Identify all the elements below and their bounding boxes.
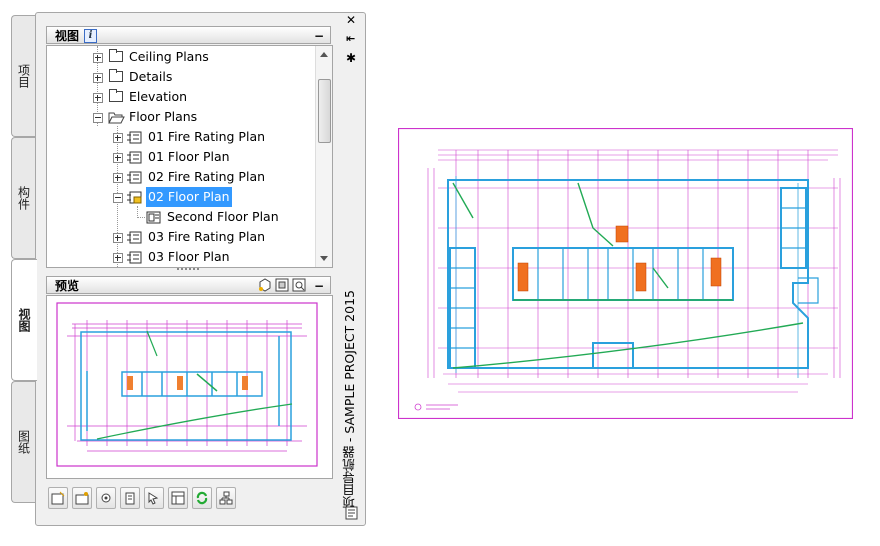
layout-icon: [146, 210, 161, 224]
tree-item-ceiling-plans[interactable]: Ceiling Plans: [47, 47, 312, 67]
tab-sheets-label: 图纸: [16, 430, 31, 454]
panel-splitter[interactable]: [177, 268, 199, 273]
tab-components-label: 构件: [16, 186, 31, 210]
collapse-icon[interactable]: [113, 193, 123, 203]
pin-icon[interactable]: ⇤: [346, 32, 355, 45]
select-icon[interactable]: [144, 487, 164, 509]
folder-icon: [109, 49, 123, 62]
expand-icon[interactable]: [93, 93, 103, 103]
view-icon: [127, 230, 142, 244]
views-panel-header[interactable]: 视图 i −: [46, 26, 331, 44]
tree-item-label: 03 Floor Plan: [148, 249, 230, 264]
preview-zoom-icon[interactable]: [292, 278, 307, 292]
tree-item-elevation[interactable]: Elevation: [47, 87, 312, 107]
navigator-title: 项目导航器 - SAMPLE PROJECT 2015: [339, 290, 357, 509]
expand-icon[interactable]: [93, 73, 103, 83]
view-icon: [127, 130, 142, 144]
preview-collapse-button[interactable]: −: [314, 277, 324, 295]
expand-icon[interactable]: [113, 133, 123, 143]
view-icon: [127, 250, 142, 264]
tree-item-view[interactable]: 01 Fire Rating Plan: [47, 127, 312, 147]
new-view-icon[interactable]: [48, 487, 68, 509]
folder-icon: [109, 69, 123, 82]
scroll-down-icon[interactable]: [320, 256, 328, 261]
tab-sheets[interactable]: 图纸: [11, 381, 36, 503]
refresh-icon[interactable]: [192, 487, 212, 509]
tree-item-label: 01 Fire Rating Plan: [148, 129, 266, 144]
tab-project-label: 项目: [16, 64, 31, 88]
properties-icon[interactable]: [120, 487, 140, 509]
tab-components[interactable]: 构件: [11, 137, 36, 259]
layout-icon[interactable]: [168, 487, 188, 509]
tree-item-view-selected[interactable]: 02 Floor Plan: [47, 187, 312, 207]
scroll-up-icon[interactable]: [320, 52, 328, 57]
tree-item-label: Floor Plans: [129, 109, 198, 124]
settings-icon[interactable]: ✱: [346, 51, 356, 65]
preview-canvas: [46, 295, 333, 479]
tree-item-label: 03 Fire Rating Plan: [148, 229, 266, 244]
tree-item-layout[interactable]: Second Floor Plan: [47, 207, 312, 227]
tree-item-label: 02 Fire Rating Plan: [148, 169, 266, 184]
new-folder-icon[interactable]: [72, 487, 92, 509]
preview-fit-icon[interactable]: [275, 278, 290, 292]
tab-views[interactable]: 视图: [11, 259, 37, 381]
tree-icon[interactable]: [216, 487, 236, 509]
view-icon: [127, 150, 142, 164]
close-icon[interactable]: ✕: [346, 13, 356, 27]
expand-icon[interactable]: [93, 53, 103, 63]
tree-item-floor-plans[interactable]: Floor Plans: [47, 107, 312, 127]
preview-panel-title: 预览: [55, 279, 80, 293]
tab-project[interactable]: 项目: [11, 15, 36, 137]
tree-item-label: Ceiling Plans: [129, 49, 209, 64]
collapse-icon[interactable]: [93, 113, 103, 123]
views-collapse-button[interactable]: −: [314, 27, 324, 45]
preview-panel-header[interactable]: 预览 −: [46, 276, 331, 294]
expand-icon[interactable]: [113, 233, 123, 243]
tree-item-label: 02 Floor Plan: [146, 187, 232, 207]
info-icon[interactable]: i: [84, 29, 97, 43]
settings-icon[interactable]: [96, 487, 116, 509]
tree-item-view[interactable]: 03 Floor Plan: [47, 247, 312, 267]
floor-plan-drawing: [397, 127, 854, 420]
tab-views-label: 视图: [17, 308, 31, 332]
tree-item-view[interactable]: 01 Floor Plan: [47, 147, 312, 167]
tree-item-view[interactable]: 02 Fire Rating Plan: [47, 167, 312, 187]
views-tree[interactable]: Ceiling Plans Details Elevation Floor Pl…: [46, 45, 333, 268]
tree-scrollbar[interactable]: [315, 46, 332, 267]
expand-icon[interactable]: [113, 153, 123, 163]
view-icon: [127, 170, 142, 184]
tree-item-label: Second Floor Plan: [167, 209, 279, 224]
tree-item-label: Details: [129, 69, 173, 84]
tree-item-view[interactable]: 03 Fire Rating Plan: [47, 227, 312, 247]
folder-icon: [109, 89, 123, 102]
tree-item-details[interactable]: Details: [47, 67, 312, 87]
expand-icon[interactable]: [113, 253, 123, 263]
navigator-title-text: 项目导航器 - SAMPLE PROJECT 2015: [342, 290, 357, 509]
locked-view-icon: [127, 190, 142, 204]
scroll-thumb[interactable]: [318, 79, 331, 143]
tree-item-label: 01 Floor Plan: [148, 149, 230, 164]
preview-3d-icon[interactable]: [257, 278, 272, 292]
navigator-menu-icon[interactable]: [345, 506, 358, 520]
expand-icon[interactable]: [113, 173, 123, 183]
tree-item-label: Elevation: [129, 89, 188, 104]
views-panel-title: 视图: [55, 29, 80, 43]
